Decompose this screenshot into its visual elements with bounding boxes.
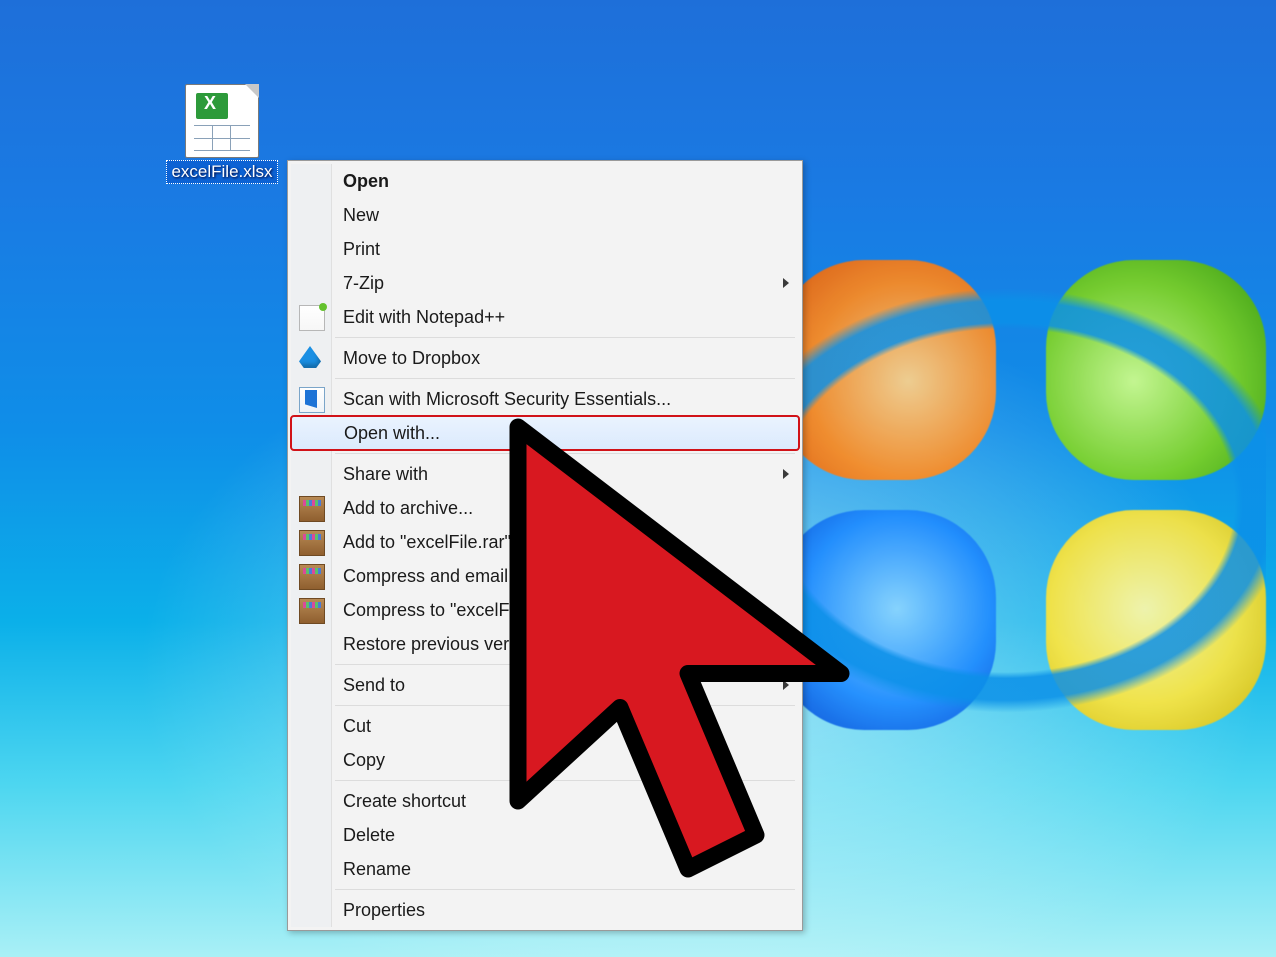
menu-item-add-to-rar[interactable]: Add to "excelFile.rar" <box>291 525 799 559</box>
menu-item-label: Compress to "excelFile.rar" and email <box>343 600 644 621</box>
menu-item-delete[interactable]: Delete <box>291 818 799 852</box>
context-menu: Open New Print 7-Zip Edit with Notepad++… <box>287 160 803 931</box>
menu-item-label: Rename <box>343 859 411 880</box>
menu-item-label: Compress and email... <box>343 566 523 587</box>
menu-item-share-with[interactable]: Share with <box>291 457 799 491</box>
menu-item-7zip[interactable]: 7-Zip <box>291 266 799 300</box>
winrar-icon <box>299 564 325 590</box>
menu-item-label: Restore previous versions <box>343 634 551 655</box>
notepadpp-icon <box>299 305 325 331</box>
submenu-arrow-icon <box>783 469 789 479</box>
menu-separator <box>335 337 795 338</box>
file-label: excelFile.xlsx <box>166 160 277 184</box>
menu-separator <box>335 664 795 665</box>
menu-separator <box>335 705 795 706</box>
winrar-icon <box>299 530 325 556</box>
menu-item-send-to[interactable]: Send to <box>291 668 799 702</box>
winrar-icon <box>299 598 325 624</box>
desktop-wallpaper[interactable]: excelFile.xlsx Open New Print 7-Zip Edit… <box>0 0 1276 957</box>
menu-item-scan-mse[interactable]: Scan with Microsoft Security Essentials.… <box>291 382 799 416</box>
menu-separator <box>335 378 795 379</box>
menu-item-label: Delete <box>343 825 395 846</box>
menu-item-label: Cut <box>343 716 371 737</box>
menu-item-label: Edit with Notepad++ <box>343 307 505 328</box>
menu-separator <box>335 889 795 890</box>
menu-item-rename[interactable]: Rename <box>291 852 799 886</box>
menu-item-label: Move to Dropbox <box>343 348 480 369</box>
menu-item-compress-to-rar-email[interactable]: Compress to "excelFile.rar" and email <box>291 593 799 627</box>
menu-item-label: Open <box>343 171 389 192</box>
menu-item-label: Open with... <box>344 423 440 444</box>
dropbox-icon <box>299 346 321 368</box>
menu-item-move-dropbox[interactable]: Move to Dropbox <box>291 341 799 375</box>
desktop-file-excel[interactable]: excelFile.xlsx <box>164 84 280 184</box>
mse-icon <box>299 387 325 413</box>
menu-item-label: Print <box>343 239 380 260</box>
menu-item-properties[interactable]: Properties <box>291 893 799 927</box>
menu-item-label: Send to <box>343 675 405 696</box>
menu-separator <box>335 453 795 454</box>
menu-item-new[interactable]: New <box>291 198 799 232</box>
menu-item-label: Create shortcut <box>343 791 466 812</box>
menu-item-label: Scan with Microsoft Security Essentials.… <box>343 389 671 410</box>
menu-item-open[interactable]: Open <box>291 164 799 198</box>
menu-item-label: Share with <box>343 464 428 485</box>
excel-file-icon <box>185 84 259 158</box>
menu-item-compress-email[interactable]: Compress and email... <box>291 559 799 593</box>
menu-item-open-with[interactable]: Open with... <box>291 416 799 450</box>
menu-item-print[interactable]: Print <box>291 232 799 266</box>
menu-item-edit-notepadpp[interactable]: Edit with Notepad++ <box>291 300 799 334</box>
menu-item-label: Add to archive... <box>343 498 473 519</box>
menu-item-label: New <box>343 205 379 226</box>
menu-item-label: Properties <box>343 900 425 921</box>
menu-item-restore-previous[interactable]: Restore previous versions <box>291 627 799 661</box>
menu-item-label: 7-Zip <box>343 273 384 294</box>
menu-item-label: Add to "excelFile.rar" <box>343 532 511 553</box>
menu-item-copy[interactable]: Copy <box>291 743 799 777</box>
menu-item-cut[interactable]: Cut <box>291 709 799 743</box>
menu-item-add-archive[interactable]: Add to archive... <box>291 491 799 525</box>
submenu-arrow-icon <box>783 680 789 690</box>
menu-item-label: Copy <box>343 750 385 771</box>
windows-logo-wallpaper <box>746 230 1266 750</box>
winrar-icon <box>299 496 325 522</box>
menu-separator <box>335 780 795 781</box>
menu-item-create-shortcut[interactable]: Create shortcut <box>291 784 799 818</box>
submenu-arrow-icon <box>783 278 789 288</box>
